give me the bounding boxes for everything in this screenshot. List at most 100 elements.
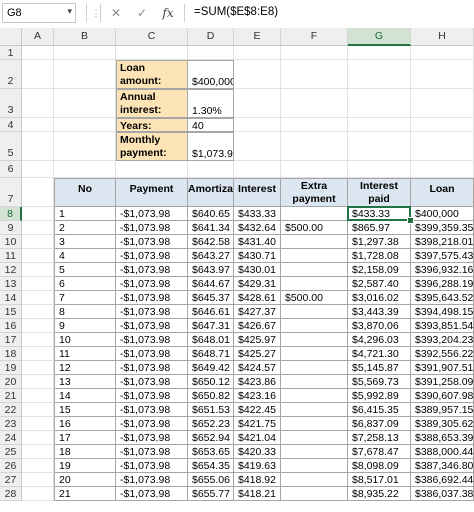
table-cell-payment[interactable]: -$1,073.98 (116, 277, 188, 291)
table-cell-paid[interactable]: $7,258.13 (348, 431, 411, 445)
table-cell-loan[interactable]: $389,305.62 (411, 417, 474, 431)
table-cell-payment[interactable]: -$1,073.98 (116, 333, 188, 347)
active-cell-border[interactable] (347, 206, 411, 221)
table-cell-payment[interactable]: -$1,073.98 (116, 305, 188, 319)
table-cell-no[interactable]: 16 (54, 417, 116, 431)
table-cell-paid[interactable]: $6,837.09 (348, 417, 411, 431)
column-header-a[interactable]: A (22, 28, 54, 46)
fill-handle[interactable] (407, 217, 414, 224)
table-cell-no[interactable]: 4 (54, 249, 116, 263)
table-cell-payment[interactable]: -$1,073.98 (116, 347, 188, 361)
input-value[interactable]: $400,000 (188, 60, 234, 89)
table-cell-interest[interactable]: $429.31 (234, 277, 281, 291)
table-cell-extra[interactable] (281, 249, 348, 263)
table-cell-no[interactable]: 5 (54, 263, 116, 277)
table-cell-interest[interactable]: $424.57 (234, 361, 281, 375)
table-cell-interest[interactable]: $422.45 (234, 403, 281, 417)
table-cell-extra[interactable] (281, 263, 348, 277)
input-value[interactable]: 1.30% (188, 89, 234, 118)
table-cell-no[interactable]: 6 (54, 277, 116, 291)
table-cell-no[interactable]: 13 (54, 375, 116, 389)
table-cell-extra[interactable] (281, 347, 348, 361)
table-cell-no[interactable]: 21 (54, 487, 116, 501)
table-cell-no[interactable]: 7 (54, 291, 116, 305)
table-cell-extra[interactable] (281, 319, 348, 333)
table-cell-extra[interactable] (281, 403, 348, 417)
table-cell-loan[interactable]: $393,204.23 (411, 333, 474, 347)
table-cell-payment[interactable]: -$1,073.98 (116, 431, 188, 445)
table-cell-loan[interactable]: $394,498.15 (411, 305, 474, 319)
table-cell-payment[interactable]: -$1,073.98 (116, 459, 188, 473)
table-cell-payment[interactable]: -$1,073.98 (116, 417, 188, 431)
input-value[interactable]: $1,073.98 (188, 132, 234, 161)
table-cell-interest[interactable]: $430.71 (234, 249, 281, 263)
table-cell-extra[interactable] (281, 431, 348, 445)
chevron-down-icon[interactable]: ▾ (67, 6, 72, 17)
table-cell-payment[interactable]: -$1,073.98 (116, 403, 188, 417)
row-header-12[interactable]: 12 (0, 263, 22, 277)
table-cell-extra[interactable] (281, 361, 348, 375)
table-cell-no[interactable]: 3 (54, 235, 116, 249)
row-header-22[interactable]: 22 (0, 403, 22, 417)
spreadsheet-grid[interactable]: ABCDEFGHI1234567891011121314151617181920… (0, 28, 474, 512)
table-cell-interest[interactable]: $431.40 (234, 235, 281, 249)
row-header-24[interactable]: 24 (0, 431, 22, 445)
table-cell-extra[interactable] (281, 487, 348, 501)
row-header-26[interactable]: 26 (0, 459, 22, 473)
table-cell-no[interactable]: 18 (54, 445, 116, 459)
table-cell-payment[interactable]: -$1,073.98 (116, 445, 188, 459)
table-cell-payment[interactable]: -$1,073.98 (116, 319, 188, 333)
table-cell-payment[interactable]: -$1,073.98 (116, 487, 188, 501)
table-cell-extra[interactable] (281, 277, 348, 291)
table-cell-loan[interactable]: $387,346.80 (411, 459, 474, 473)
table-cell-payment[interactable]: -$1,073.98 (116, 263, 188, 277)
table-cell-amort[interactable]: $646.61 (188, 305, 234, 319)
more-options-icon[interactable]: ⋮ (88, 5, 104, 21)
table-cell-payment[interactable]: -$1,073.98 (116, 389, 188, 403)
table-cell-payment[interactable]: -$1,073.98 (116, 473, 188, 487)
column-header-e[interactable]: E (234, 28, 281, 46)
table-cell-extra[interactable] (281, 389, 348, 403)
table-cell-interest[interactable]: $421.75 (234, 417, 281, 431)
column-header-d[interactable]: D (188, 28, 234, 46)
column-header-h[interactable]: H (411, 28, 474, 46)
table-cell-amort[interactable]: $655.77 (188, 487, 234, 501)
name-box[interactable]: G8 ▾ (2, 3, 76, 23)
table-cell-loan[interactable]: $392,556.22 (411, 347, 474, 361)
row-header-19[interactable]: 19 (0, 361, 22, 375)
table-cell-extra[interactable] (281, 235, 348, 249)
table-cell-loan[interactable]: $400,000 (411, 207, 474, 221)
table-cell-extra[interactable] (281, 305, 348, 319)
table-cell-paid[interactable]: $3,016.02 (348, 291, 411, 305)
column-header-b[interactable]: B (54, 28, 116, 46)
table-cell-amort[interactable]: $652.94 (188, 431, 234, 445)
table-cell-no[interactable]: 19 (54, 459, 116, 473)
column-header-f[interactable]: F (281, 28, 348, 46)
cancel-icon[interactable]: ✕ (108, 5, 124, 21)
table-cell-amort[interactable]: $653.65 (188, 445, 234, 459)
table-cell-paid[interactable]: $4,721.30 (348, 347, 411, 361)
table-cell-paid[interactable]: $8,935.22 (348, 487, 411, 501)
row-header-3[interactable]: 3 (0, 89, 22, 118)
row-header-17[interactable]: 17 (0, 333, 22, 347)
table-cell-extra[interactable] (281, 459, 348, 473)
table-cell-interest[interactable]: $418.92 (234, 473, 281, 487)
table-cell-amort[interactable]: $648.71 (188, 347, 234, 361)
table-cell-no[interactable]: 9 (54, 319, 116, 333)
input-value[interactable]: 40 (188, 118, 234, 132)
table-cell-paid[interactable]: $1,728.08 (348, 249, 411, 263)
table-cell-no[interactable]: 1 (54, 207, 116, 221)
table-cell-extra[interactable]: $500.00 (281, 221, 348, 235)
table-cell-interest[interactable]: $428.61 (234, 291, 281, 305)
table-cell-loan[interactable]: $391,258.09 (411, 375, 474, 389)
table-cell-loan[interactable]: $396,288.19 (411, 277, 474, 291)
table-cell-amort[interactable]: $650.82 (188, 389, 234, 403)
row-header-8[interactable]: 8 (0, 207, 22, 221)
row-header-20[interactable]: 20 (0, 375, 22, 389)
row-header-13[interactable]: 13 (0, 277, 22, 291)
table-cell-paid[interactable]: $1,297.38 (348, 235, 411, 249)
table-cell-payment[interactable]: -$1,073.98 (116, 291, 188, 305)
table-cell-extra[interactable] (281, 207, 348, 221)
table-cell-paid[interactable]: $4,296.03 (348, 333, 411, 347)
table-cell-no[interactable]: 12 (54, 361, 116, 375)
